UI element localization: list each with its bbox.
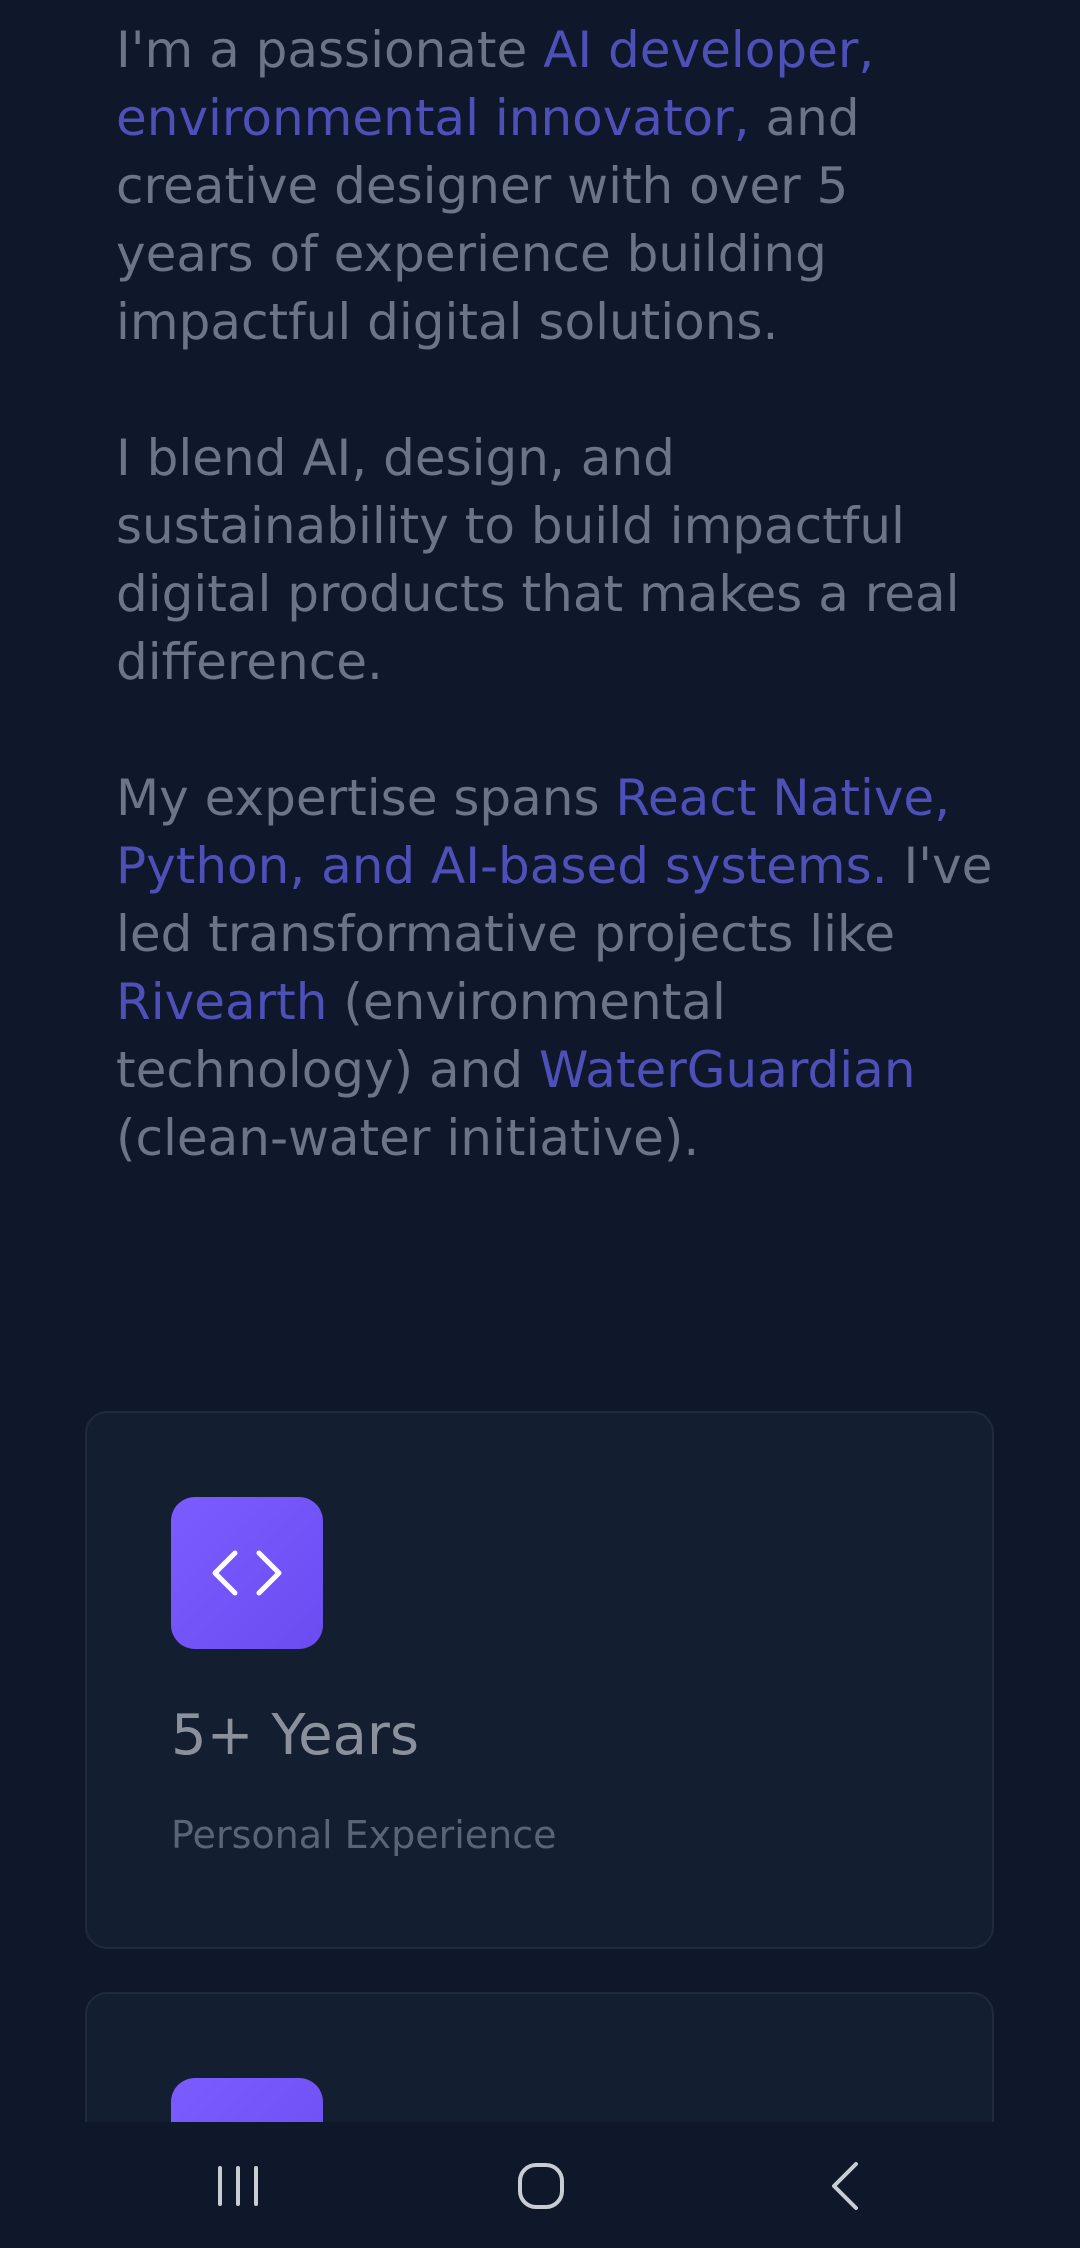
system-navigation-bar <box>0 2122 1080 2248</box>
stat-card-second <box>85 1992 994 2122</box>
expertise-text-4: (clean-water initiative). <box>116 1109 700 1167</box>
about-paragraph-intro: I'm a passionate AI developer, environme… <box>116 16 996 356</box>
intro-text-1: I'm a passionate <box>116 21 544 79</box>
code-icon <box>171 1497 323 1649</box>
home-icon[interactable] <box>481 2148 601 2224</box>
project-link-rivearth: Rivearth <box>116 973 328 1031</box>
stat-value: 5+ Years <box>171 1703 420 1768</box>
stat-icon <box>171 2078 323 2122</box>
stat-card-experience: 5+ Years Personal Experience <box>85 1411 994 1949</box>
blend-text: I blend AI, design, and sustainability t… <box>116 429 960 691</box>
about-paragraph-expertise: My expertise spans React Native, Python,… <box>116 764 996 1172</box>
back-icon[interactable] <box>784 2148 904 2224</box>
recents-icon[interactable] <box>178 2148 298 2224</box>
project-link-waterguardian: WaterGuardian <box>539 1041 916 1099</box>
about-paragraph-blend: I blend AI, design, and sustainability t… <box>116 424 996 696</box>
expertise-text-1: My expertise spans <box>116 769 616 827</box>
stat-label: Personal Experience <box>171 1813 557 1857</box>
page: I'm a passionate AI developer, environme… <box>0 0 1080 2248</box>
scroll-content[interactable]: I'm a passionate AI developer, environme… <box>0 0 1080 2122</box>
